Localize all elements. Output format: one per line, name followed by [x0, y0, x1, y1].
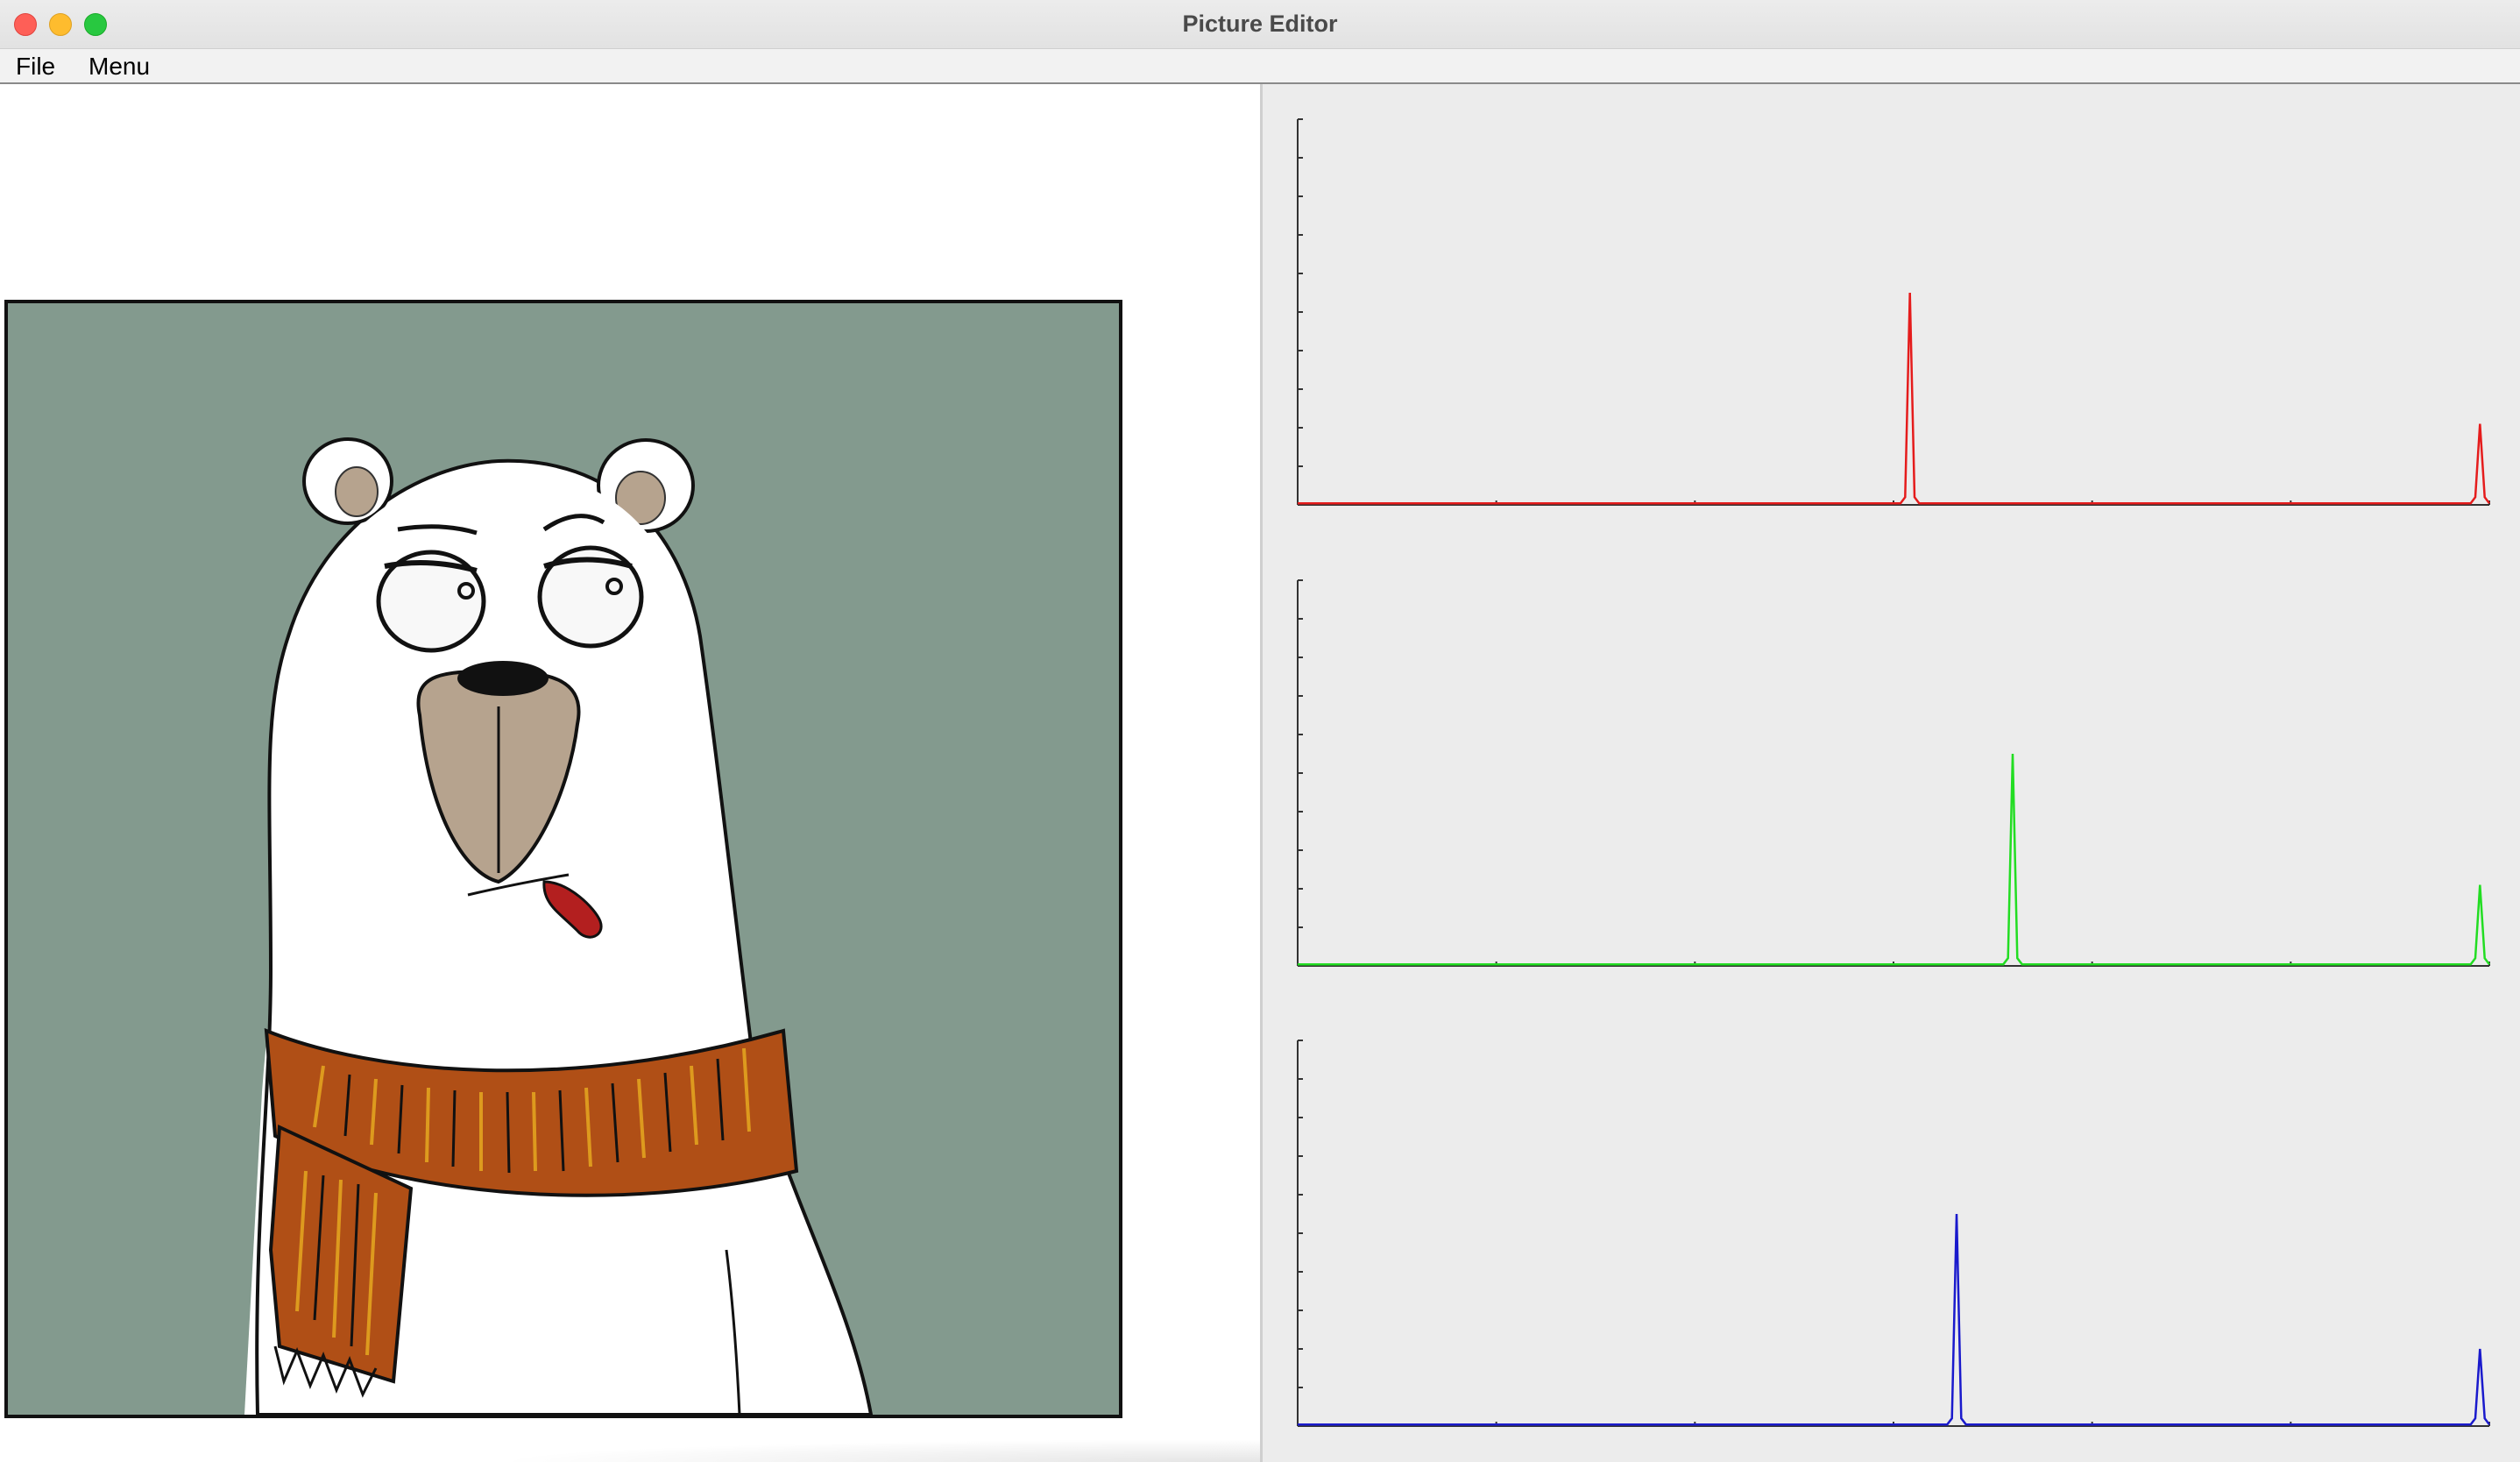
image-pane: [0, 84, 1980, 1462]
window-titlebar: Picture Editor: [0, 0, 2520, 49]
menu-menu[interactable]: Menu: [88, 49, 150, 82]
menu-file[interactable]: File: [16, 49, 55, 82]
green-histogram: [1297, 579, 2490, 967]
green-histogram-curve: [1298, 753, 2490, 966]
image-canvas[interactable]: [4, 300, 1122, 1418]
polar-bear-illustration: [8, 303, 1119, 1415]
histogram-pane: [1263, 84, 2520, 1462]
window-title: Picture Editor: [1182, 11, 1338, 37]
blue-histogram: [1297, 1040, 2490, 1427]
red-histogram-curve: [1298, 292, 2490, 505]
blue-histogram-curve: [1298, 1213, 2490, 1426]
red-histogram: [1297, 118, 2490, 506]
menu-bar: File Menu: [0, 49, 2520, 84]
